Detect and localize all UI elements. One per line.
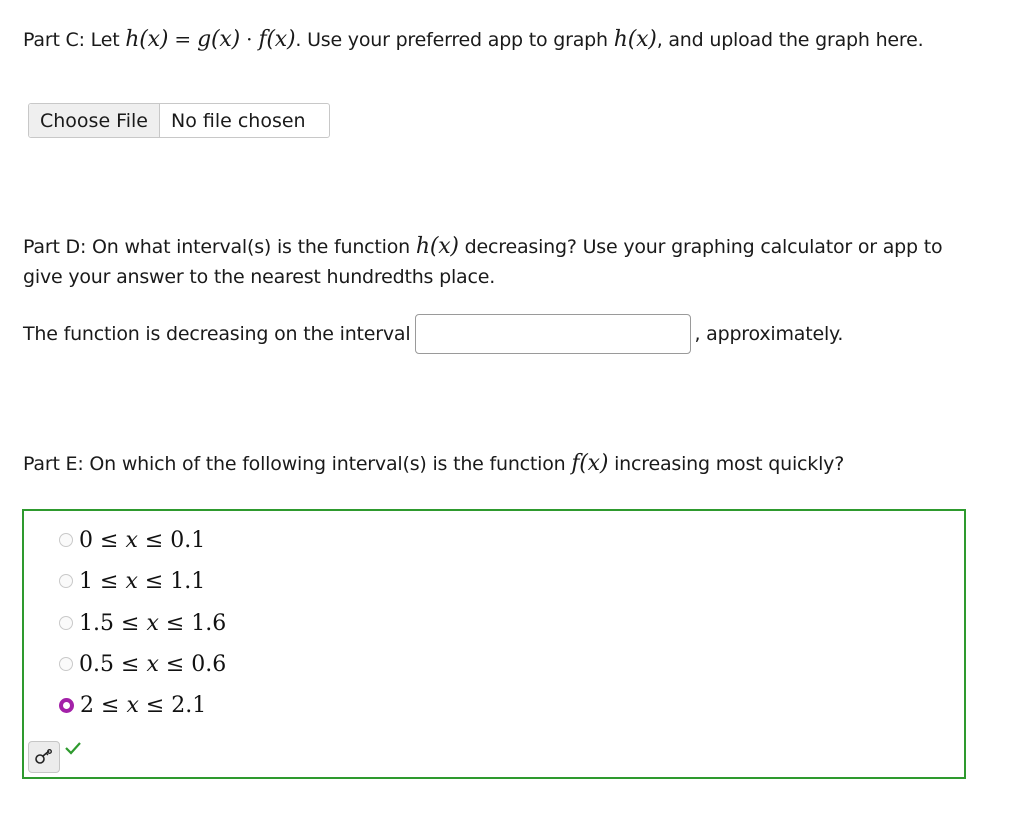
math-h-of-x: h(x)	[415, 234, 459, 259]
file-upload-input[interactable]: Choose File No file chosen	[28, 103, 330, 138]
sentence-after: , approximately.	[694, 323, 844, 345]
radio-button[interactable]	[59, 533, 73, 547]
choice-option[interactable]: 0.5 ≤ x ≤ 0.6	[59, 649, 226, 679]
part-d-prefix: Part D: On what interval(s) is the funct…	[23, 236, 416, 258]
part-d-question: Part D: On what interval(s) is the funct…	[23, 232, 983, 292]
key-icon	[35, 749, 52, 764]
choice-label: 0.5 ≤ x ≤ 0.6	[79, 651, 227, 677]
choice-label: 2 ≤ x ≤ 2.1	[80, 692, 207, 718]
math-equals: =	[168, 27, 198, 51]
choice-option[interactable]: 0 ≤ x ≤ 0.1	[59, 525, 205, 555]
part-e-question: Part E: On which of the following interv…	[23, 449, 983, 479]
part-e-suffix: increasing most quickly?	[608, 453, 845, 475]
multiple-choice-group: 0 ≤ x ≤ 0.1 1 ≤ x ≤ 1.1 1.5 ≤ x ≤ 1.6 0.…	[22, 509, 966, 779]
math-g-of-x: g(x)	[197, 27, 240, 52]
choice-option-selected[interactable]: 2 ≤ x ≤ 2.1	[59, 690, 206, 720]
show-answer-key-button[interactable]	[28, 741, 60, 773]
part-e-prefix: Part E: On which of the following interv…	[23, 453, 572, 475]
choice-option[interactable]: 1.5 ≤ x ≤ 1.6	[59, 608, 226, 638]
part-c-middle: . Use your preferred app to graph	[295, 29, 614, 51]
math-h-of-x-2: h(x)	[613, 27, 657, 52]
math-f-of-x: f(x)	[258, 27, 296, 52]
choice-option[interactable]: 1 ≤ x ≤ 1.1	[59, 566, 205, 596]
radio-button[interactable]	[59, 574, 73, 588]
part-c-question: Part C: Let h(x) = g(x) · f(x). Use your…	[23, 24, 983, 55]
choice-label: 1 ≤ x ≤ 1.1	[79, 568, 206, 594]
checkmark-icon	[65, 742, 81, 755]
choice-label: 0 ≤ x ≤ 0.1	[79, 527, 206, 553]
radio-button[interactable]	[59, 616, 73, 630]
math-f-of-x: f(x)	[571, 451, 609, 476]
part-c-prefix: Part C: Let	[23, 29, 126, 51]
math-dot: ·	[239, 27, 259, 51]
interval-answer-input[interactable]	[415, 314, 692, 354]
file-status-label: No file chosen	[170, 109, 306, 132]
part-d-answer-sentence: The function is decreasing on the interv…	[23, 313, 843, 355]
math-h-of-x: h(x)	[125, 27, 169, 52]
radio-button-checked[interactable]	[59, 697, 74, 713]
choose-file-button[interactable]: Choose File	[29, 104, 160, 137]
part-c-suffix: , and upload the graph here.	[656, 29, 924, 51]
sentence-before: The function is decreasing on the interv…	[23, 323, 411, 345]
choice-label: 1.5 ≤ x ≤ 1.6	[79, 610, 227, 636]
radio-button[interactable]	[59, 657, 73, 671]
